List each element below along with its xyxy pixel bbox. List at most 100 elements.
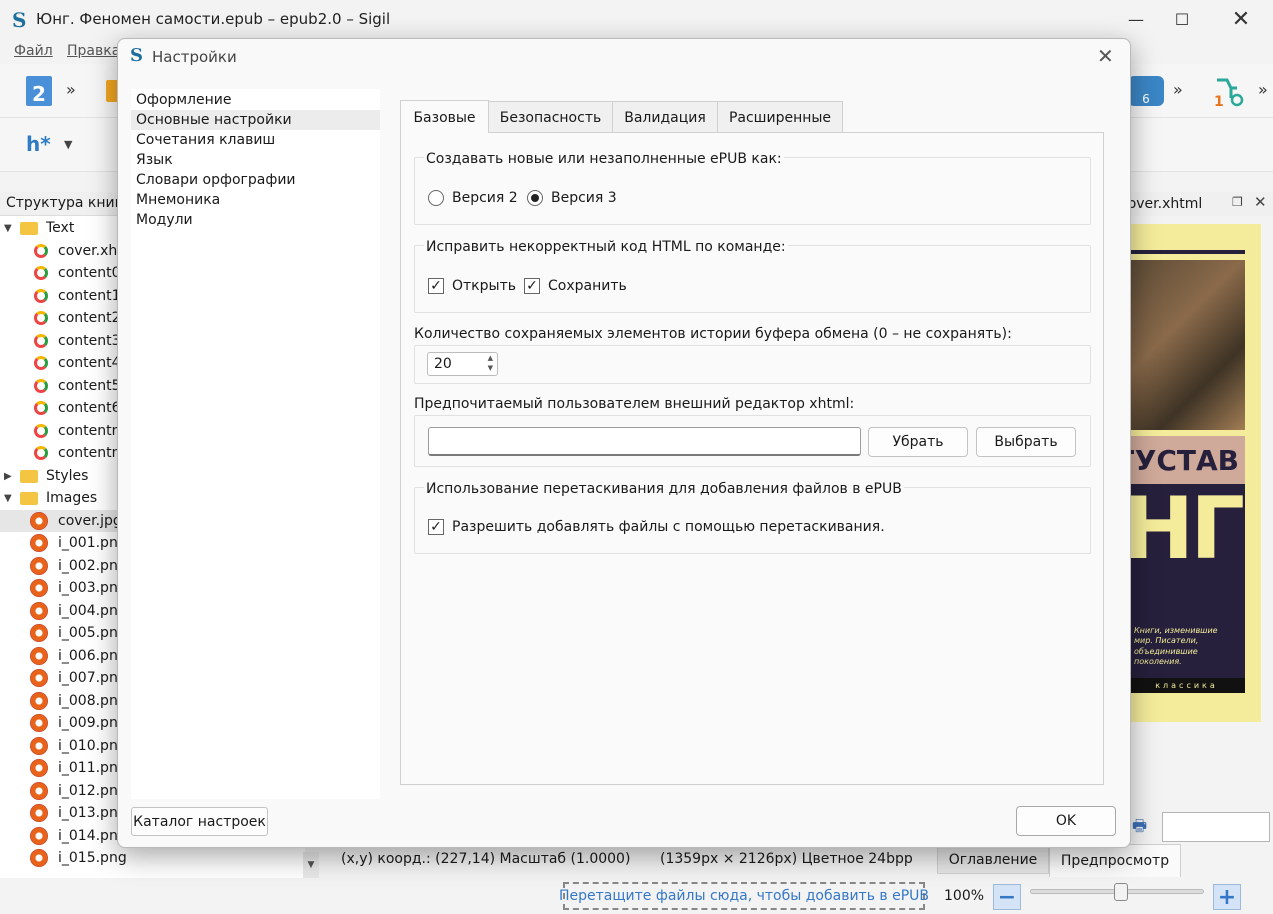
category-language[interactable]: Язык — [131, 150, 380, 170]
image-file-icon — [30, 647, 48, 665]
checkbox-allow-drag-drop[interactable]: ✓ Разрешить добавлять файлы с помощью пе… — [428, 519, 885, 535]
html-file-icon — [34, 289, 48, 303]
tree-file[interactable]: i_004.png — [30, 600, 127, 622]
maximize-icon[interactable]: ☐ — [1159, 0, 1205, 38]
tree-file[interactable]: i_008.png — [30, 690, 127, 712]
category-shortcuts[interactable]: Сочетания клавиш — [131, 130, 380, 150]
tab-validation[interactable]: Валидация — [612, 101, 718, 133]
tree-file[interactable]: content1 — [34, 285, 121, 307]
category-general[interactable]: Основные настройки — [131, 110, 380, 130]
image-file-icon — [30, 714, 48, 732]
svg-text:1: 1 — [1214, 94, 1224, 108]
plugin-icon[interactable]: 6 — [1128, 76, 1164, 106]
tree-file[interactable]: i_003.png — [30, 577, 127, 599]
tab-advanced[interactable]: Расширенные — [717, 101, 843, 133]
tab-basic[interactable]: Базовые — [400, 100, 489, 134]
choose-editor-button[interactable]: Выбрать — [976, 427, 1076, 457]
html-file-icon — [34, 244, 48, 258]
radio-button[interactable] — [527, 190, 543, 206]
drop-zone[interactable]: Перетащите файлы сюда, чтобы добавить в … — [559, 882, 929, 910]
tree-file[interactable]: content6 — [34, 397, 121, 419]
checkbox[interactable]: ✓ — [428, 519, 444, 535]
tree-file[interactable]: i_007.png — [30, 667, 127, 689]
category-appearance[interactable]: Оформление — [131, 90, 380, 110]
tree-folder-text[interactable]: ▼ Text — [0, 217, 74, 239]
toolbar-overflow-icon[interactable]: » — [1173, 80, 1183, 99]
tree-file[interactable]: contentn — [34, 442, 120, 464]
epub-version-icon[interactable]: 2 — [26, 76, 52, 106]
tree-file[interactable]: content4 — [34, 352, 121, 374]
tree-file[interactable]: i_009.png — [30, 712, 127, 734]
html-file-icon — [34, 424, 48, 438]
tree-file[interactable]: i_010.png — [30, 735, 127, 757]
zoom-slider[interactable] — [1030, 883, 1204, 901]
menu-file[interactable]: Файл — [14, 43, 53, 59]
tree-file[interactable]: content0 — [34, 262, 121, 284]
folder-icon — [20, 469, 38, 483]
toolbar-overflow-icon[interactable]: » — [1258, 80, 1268, 99]
tree-file[interactable]: content2 — [34, 307, 121, 329]
drag-drop-label: Использование перетаскивания для добавле… — [424, 481, 904, 497]
remove-editor-button[interactable]: Убрать — [868, 427, 968, 457]
plugin-runner-icon[interactable]: 1 — [1213, 74, 1245, 110]
tree-file[interactable]: cover.xht — [34, 240, 123, 262]
image-file-icon — [30, 534, 48, 552]
html-file-icon — [34, 266, 48, 280]
tab-preview[interactable]: Предпросмотр — [1049, 844, 1181, 877]
tree-file[interactable]: i_012.png — [30, 780, 127, 802]
printer-icon[interactable]: 🖶 — [1132, 815, 1147, 842]
category-plugins[interactable]: Модули — [131, 210, 380, 230]
checkbox-fix-on-open[interactable]: ✓ Открыть — [428, 278, 516, 294]
tab-security[interactable]: Безопасность — [488, 101, 613, 133]
fix-html-label: Исправить некорректный код HTML по коман… — [424, 239, 788, 255]
tree-file[interactable]: content3 — [34, 330, 121, 352]
tree-file[interactable]: i_014.png — [30, 825, 127, 847]
tree-file[interactable]: i_001.png — [30, 532, 127, 554]
heading-level-button[interactable]: h* — [26, 132, 51, 156]
preview-search-field[interactable] — [1162, 812, 1270, 842]
category-dictionaries[interactable]: Словари орфографии — [131, 170, 380, 190]
spin-down-icon[interactable]: ▼ — [488, 364, 493, 372]
tree-file[interactable]: contentn — [34, 420, 120, 442]
category-mnemonics[interactable]: Мнемоника — [131, 190, 380, 210]
close-icon[interactable]: ✕ — [1097, 44, 1114, 68]
radio-version-2[interactable]: Версия 2 — [428, 190, 518, 206]
checkbox[interactable]: ✓ — [428, 278, 444, 294]
zoom-slider-thumb[interactable] — [1114, 883, 1128, 901]
tree-file[interactable]: i_013.png — [30, 802, 127, 824]
scroll-down-icon[interactable]: ▼ — [303, 852, 319, 878]
tree-file[interactable]: i_005.png — [30, 622, 127, 644]
tree-file[interactable]: i_015.png — [30, 847, 127, 869]
epub-version-label: Создавать новые или незаполненные ePUB к… — [424, 151, 784, 167]
ok-button[interactable]: OK — [1016, 806, 1116, 836]
chevron-down-icon[interactable]: ▼ — [64, 138, 72, 151]
minimize-icon[interactable]: — — [1113, 0, 1159, 38]
settings-catalog-button[interactable]: Каталог настроек — [131, 807, 268, 836]
checkbox-fix-on-save[interactable]: ✓ Сохранить — [524, 278, 627, 294]
image-file-icon — [30, 692, 48, 710]
close-pane-icon[interactable]: ✕ — [1254, 193, 1267, 211]
tree-file[interactable]: content5 — [34, 375, 121, 397]
undock-icon[interactable]: ❐ — [1232, 195, 1243, 209]
clipboard-history-spinbox[interactable]: 20 ▲ ▼ — [427, 352, 498, 376]
toolbar-overflow-icon[interactable]: » — [66, 80, 76, 99]
checkbox[interactable]: ✓ — [524, 278, 540, 294]
spin-up-icon[interactable]: ▲ — [488, 354, 493, 362]
external-editor-input[interactable] — [428, 427, 861, 456]
radio-button[interactable] — [428, 190, 444, 206]
tree-file[interactable]: i_002.png — [30, 555, 127, 577]
tree-file[interactable]: i_011.png — [30, 757, 127, 779]
folder-icon — [20, 221, 38, 235]
menu-edit[interactable]: Правка — [67, 43, 120, 59]
image-file-icon — [30, 624, 48, 642]
tree-folder-styles[interactable]: ▶ Styles — [0, 465, 88, 487]
cover-photo — [1128, 260, 1245, 430]
tree-file[interactable]: i_006.png — [30, 645, 127, 667]
tab-toc[interactable]: Оглавление — [937, 846, 1049, 874]
zoom-in-icon[interactable]: + — [1213, 884, 1241, 910]
close-icon[interactable]: ✕ — [1218, 0, 1264, 38]
tree-folder-images[interactable]: ▼ Images — [0, 487, 97, 509]
zoom-out-icon[interactable]: − — [993, 884, 1021, 910]
radio-version-3[interactable]: Версия 3 — [527, 190, 617, 206]
preview-header: cover.xhtml ❐ ✕ — [1120, 192, 1273, 216]
